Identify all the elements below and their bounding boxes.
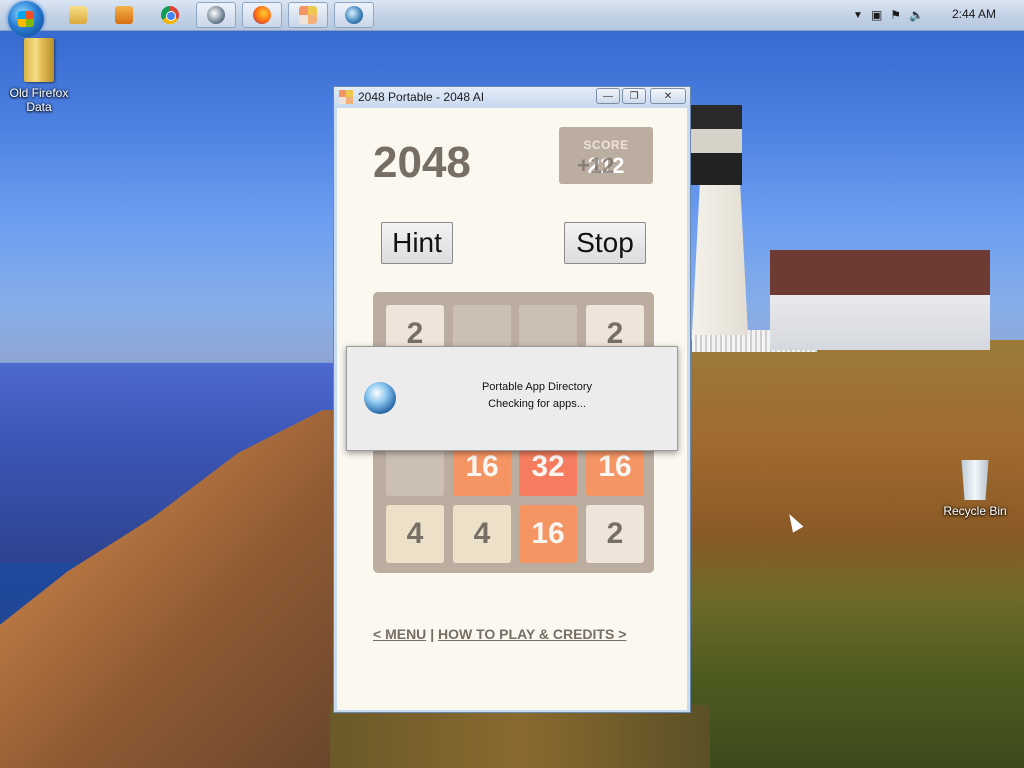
stop-button[interactable]: Stop <box>564 222 646 264</box>
tile-r4-c2: 4 <box>453 505 511 563</box>
score-label: SCORE <box>583 138 629 152</box>
start-button[interactable] <box>8 1 44 37</box>
media-player-icon <box>115 6 133 24</box>
how-to-play-credits-link[interactable]: HOW TO PLAY & CREDITS > <box>438 626 626 642</box>
system-tray: ▼ ▣ ⚑ 🔈 <box>853 0 1024 30</box>
desktop-wallpaper-house <box>770 250 990 350</box>
taskbar-portable-apps-button[interactable] <box>334 2 374 28</box>
desktop-wallpaper-lighthouse-top <box>690 105 742 185</box>
folder-icon <box>24 38 54 82</box>
desktop-icon-old-firefox-data[interactable]: Old Firefox Data <box>4 38 74 114</box>
chrome-icon <box>161 6 179 24</box>
taskbar-2048-button[interactable] <box>288 2 328 28</box>
link-separator: | <box>430 626 435 642</box>
hint-button[interactable]: Hint <box>381 222 453 264</box>
folder-icon <box>69 6 87 24</box>
globe-icon <box>345 6 363 24</box>
footer-links: < MENU | HOW TO PLAY & CREDITS > <box>373 626 626 642</box>
network-icon[interactable]: ▣ <box>871 8 882 22</box>
app-icon <box>207 6 225 24</box>
windows-logo-icon <box>18 11 34 27</box>
taskbar: ▼ ▣ ⚑ 🔈 2:44 AM <box>0 0 1024 37</box>
score-box: SCORE 212 +12 <box>559 127 653 184</box>
menu-link[interactable]: < MENU <box>373 626 426 642</box>
score-value: 212 +12 <box>559 153 653 179</box>
desktop-icon-label: Recycle Bin <box>943 504 1007 518</box>
2048-icon <box>299 6 317 24</box>
maximize-button[interactable]: ❐ <box>622 88 646 104</box>
window-title: 2048 Portable - 2048 AI <box>358 90 485 104</box>
desktop-icon-label: Old Firefox Data <box>9 86 69 114</box>
firefox-icon <box>253 6 271 24</box>
close-button[interactable]: ✕ <box>650 88 686 104</box>
volume-icon[interactable]: 🔈 <box>909 8 924 22</box>
taskbar-firefox-button[interactable] <box>242 2 282 28</box>
2048-icon <box>339 90 353 104</box>
tray-expand-icon[interactable]: ▼ <box>853 10 863 21</box>
tile-r4-c4: 2 <box>586 505 644 563</box>
taskbar-app-button[interactable] <box>196 2 236 28</box>
tile-r4-c3: 16 <box>519 505 577 563</box>
recycle-bin-icon <box>961 460 989 500</box>
dialog-message: Checking for apps... <box>488 398 586 410</box>
taskbar-media-player-button[interactable] <box>104 2 144 28</box>
desktop-wallpaper-ground <box>330 705 710 768</box>
desktop-wallpaper-land <box>690 340 1024 768</box>
taskbar-chrome-button[interactable] <box>150 2 190 28</box>
minimize-button[interactable]: — <box>596 88 620 104</box>
game-title: 2048 <box>373 138 471 187</box>
tile-r4-c1: 4 <box>386 505 444 563</box>
portable-app-directory-dialog: Portable App Directory Checking for apps… <box>346 346 678 451</box>
score-increment: +12 <box>577 153 615 178</box>
taskbar-clock[interactable]: 2:44 AM <box>952 7 996 21</box>
dialog-title: Portable App Directory <box>481 381 593 393</box>
desktop-icon-recycle-bin[interactable]: Recycle Bin <box>940 460 1010 518</box>
window-titlebar[interactable]: 2048 Portable - 2048 AI — ❐ ✕ <box>334 87 690 108</box>
action-center-flag-icon[interactable]: ⚑ <box>890 8 901 22</box>
taskbar-explorer-button[interactable] <box>58 2 98 28</box>
